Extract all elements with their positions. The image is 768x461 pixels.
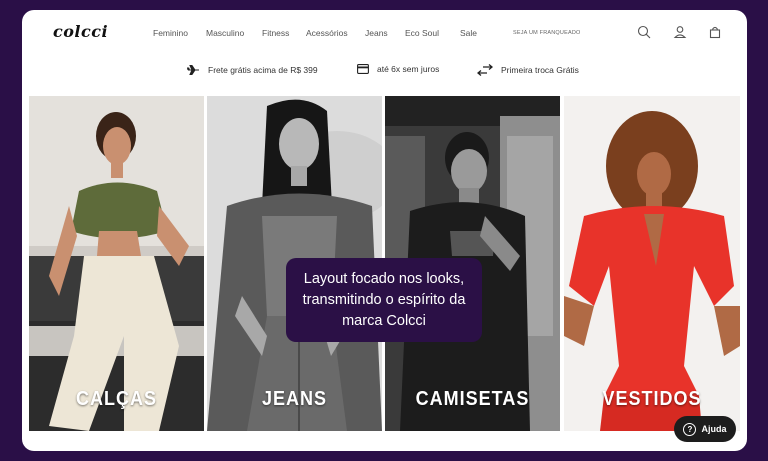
airplane-icon — [187, 64, 200, 76]
nav-fitness[interactable]: Fitness — [262, 28, 289, 38]
site-header: colcci Feminino Masculino Fitness Acessó… — [22, 10, 747, 54]
help-icon: ? — [683, 422, 697, 436]
card-icon — [357, 64, 369, 74]
nav-eco-soul[interactable]: Eco Soul — [405, 28, 439, 38]
nav-masculino[interactable]: Masculino — [206, 28, 244, 38]
category-label-vestidos: VESTIDOS — [602, 386, 702, 410]
franchise-link[interactable]: SEJA UM FRANQUEADO — [513, 30, 580, 36]
calcas-photo — [29, 96, 204, 431]
help-button[interactable]: ? Ajuda — [674, 416, 736, 442]
promo-installments-text: até 6x sem juros — [377, 64, 440, 74]
search-icon[interactable] — [637, 25, 651, 39]
bag-icon[interactable] — [708, 25, 722, 39]
exchange-icon — [477, 64, 493, 76]
vestidos-photo — [564, 96, 740, 431]
category-label-camisetas: CAMISETAS — [415, 386, 530, 410]
promo-shipping: Frete grátis acima de R$ 399 — [187, 64, 318, 76]
promo-exchange-text: Primeira troca Grátis — [501, 65, 579, 75]
promo-exchange: Primeira troca Grátis — [477, 64, 579, 76]
store-window: colcci Feminino Masculino Fitness Acessó… — [22, 10, 747, 451]
promo-shipping-text: Frete grátis acima de R$ 399 — [208, 65, 318, 75]
annotation-overlay: Layout focado nos looks, transmitindo o … — [286, 258, 482, 342]
category-label-calcas: CALÇAS — [76, 386, 157, 410]
category-calcas[interactable]: CALÇAS — [29, 96, 204, 431]
user-icon[interactable] — [673, 25, 687, 39]
category-label-jeans: JEANS — [261, 386, 328, 410]
category-vestidos[interactable]: VESTIDOS — [564, 96, 740, 431]
nav-acessorios[interactable]: Acessórios — [306, 28, 348, 38]
promo-installments: até 6x sem juros — [357, 64, 439, 74]
nav-feminino[interactable]: Feminino — [153, 28, 188, 38]
nav-jeans[interactable]: Jeans — [365, 28, 388, 38]
nav-sale[interactable]: Sale — [460, 28, 477, 38]
promo-bar: Frete grátis acima de R$ 399 até 6x sem … — [22, 64, 747, 80]
help-label: Ajuda — [701, 424, 727, 434]
